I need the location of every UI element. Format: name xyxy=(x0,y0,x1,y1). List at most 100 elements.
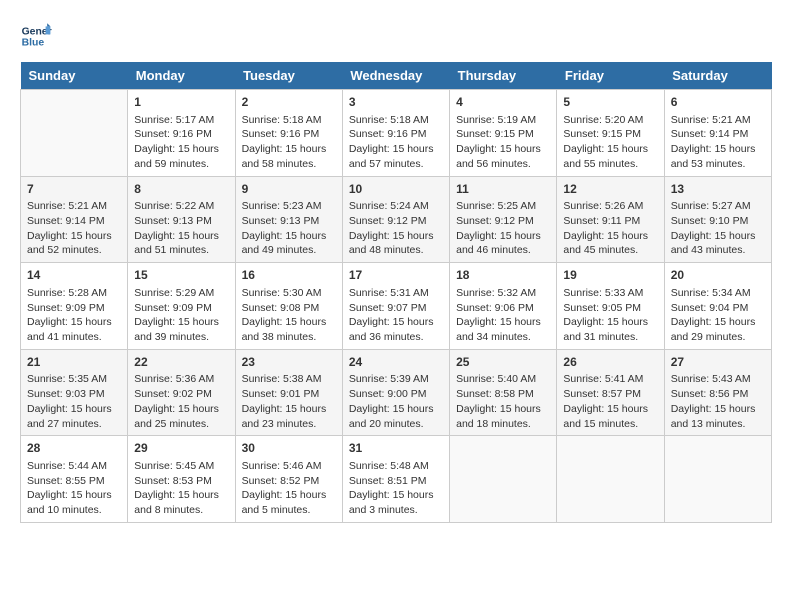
sunset-text: Sunset: 9:09 PM xyxy=(27,301,121,316)
sunrise-text: Sunrise: 5:28 AM xyxy=(27,286,121,301)
calendar-cell: 25Sunrise: 5:40 AMSunset: 8:58 PMDayligh… xyxy=(450,349,557,436)
sunset-text: Sunset: 8:55 PM xyxy=(27,474,121,489)
day-number: 6 xyxy=(671,94,765,111)
daylight-text: Daylight: 15 hours and 29 minutes. xyxy=(671,315,765,344)
sunrise-text: Sunrise: 5:30 AM xyxy=(242,286,336,301)
day-number: 4 xyxy=(456,94,550,111)
sunrise-text: Sunrise: 5:43 AM xyxy=(671,372,765,387)
calendar-cell: 20Sunrise: 5:34 AMSunset: 9:04 PMDayligh… xyxy=(664,263,771,350)
daylight-text: Daylight: 15 hours and 25 minutes. xyxy=(134,402,228,431)
sunset-text: Sunset: 9:09 PM xyxy=(134,301,228,316)
sunset-text: Sunset: 9:14 PM xyxy=(671,127,765,142)
sunset-text: Sunset: 9:14 PM xyxy=(27,214,121,229)
sunset-text: Sunset: 9:08 PM xyxy=(242,301,336,316)
calendar-cell: 8Sunrise: 5:22 AMSunset: 9:13 PMDaylight… xyxy=(128,176,235,263)
day-number: 7 xyxy=(27,181,121,198)
daylight-text: Daylight: 15 hours and 55 minutes. xyxy=(563,142,657,171)
daylight-text: Daylight: 15 hours and 3 minutes. xyxy=(349,488,443,517)
day-number: 3 xyxy=(349,94,443,111)
sunset-text: Sunset: 9:11 PM xyxy=(563,214,657,229)
weekday-header-friday: Friday xyxy=(557,62,664,90)
calendar-cell: 31Sunrise: 5:48 AMSunset: 8:51 PMDayligh… xyxy=(342,436,449,523)
calendar-cell: 18Sunrise: 5:32 AMSunset: 9:06 PMDayligh… xyxy=(450,263,557,350)
daylight-text: Daylight: 15 hours and 56 minutes. xyxy=(456,142,550,171)
calendar-cell: 13Sunrise: 5:27 AMSunset: 9:10 PMDayligh… xyxy=(664,176,771,263)
day-number: 29 xyxy=(134,440,228,457)
sunset-text: Sunset: 8:57 PM xyxy=(563,387,657,402)
calendar-cell: 16Sunrise: 5:30 AMSunset: 9:08 PMDayligh… xyxy=(235,263,342,350)
sunset-text: Sunset: 9:12 PM xyxy=(349,214,443,229)
calendar-cell: 27Sunrise: 5:43 AMSunset: 8:56 PMDayligh… xyxy=(664,349,771,436)
sunrise-text: Sunrise: 5:24 AM xyxy=(349,199,443,214)
sunset-text: Sunset: 8:56 PM xyxy=(671,387,765,402)
calendar-cell: 10Sunrise: 5:24 AMSunset: 9:12 PMDayligh… xyxy=(342,176,449,263)
daylight-text: Daylight: 15 hours and 5 minutes. xyxy=(242,488,336,517)
calendar-week-row: 21Sunrise: 5:35 AMSunset: 9:03 PMDayligh… xyxy=(21,349,772,436)
daylight-text: Daylight: 15 hours and 46 minutes. xyxy=(456,229,550,258)
day-number: 14 xyxy=(27,267,121,284)
calendar-cell: 9Sunrise: 5:23 AMSunset: 9:13 PMDaylight… xyxy=(235,176,342,263)
calendar-cell: 6Sunrise: 5:21 AMSunset: 9:14 PMDaylight… xyxy=(664,90,771,177)
calendar-table: SundayMondayTuesdayWednesdayThursdayFrid… xyxy=(20,62,772,523)
day-number: 25 xyxy=(456,354,550,371)
calendar-cell: 17Sunrise: 5:31 AMSunset: 9:07 PMDayligh… xyxy=(342,263,449,350)
weekday-header-row: SundayMondayTuesdayWednesdayThursdayFrid… xyxy=(21,62,772,90)
daylight-text: Daylight: 15 hours and 31 minutes. xyxy=(563,315,657,344)
calendar-cell: 11Sunrise: 5:25 AMSunset: 9:12 PMDayligh… xyxy=(450,176,557,263)
sunset-text: Sunset: 9:01 PM xyxy=(242,387,336,402)
daylight-text: Daylight: 15 hours and 43 minutes. xyxy=(671,229,765,258)
sunset-text: Sunset: 9:06 PM xyxy=(456,301,550,316)
day-number: 19 xyxy=(563,267,657,284)
daylight-text: Daylight: 15 hours and 45 minutes. xyxy=(563,229,657,258)
sunset-text: Sunset: 9:02 PM xyxy=(134,387,228,402)
sunrise-text: Sunrise: 5:48 AM xyxy=(349,459,443,474)
sunset-text: Sunset: 9:00 PM xyxy=(349,387,443,402)
day-number: 8 xyxy=(134,181,228,198)
calendar-week-row: 28Sunrise: 5:44 AMSunset: 8:55 PMDayligh… xyxy=(21,436,772,523)
weekday-header-monday: Monday xyxy=(128,62,235,90)
daylight-text: Daylight: 15 hours and 18 minutes. xyxy=(456,402,550,431)
sunset-text: Sunset: 9:10 PM xyxy=(671,214,765,229)
daylight-text: Daylight: 15 hours and 52 minutes. xyxy=(27,229,121,258)
sunrise-text: Sunrise: 5:18 AM xyxy=(349,113,443,128)
daylight-text: Daylight: 15 hours and 48 minutes. xyxy=(349,229,443,258)
day-number: 30 xyxy=(242,440,336,457)
day-number: 13 xyxy=(671,181,765,198)
daylight-text: Daylight: 15 hours and 49 minutes. xyxy=(242,229,336,258)
calendar-week-row: 14Sunrise: 5:28 AMSunset: 9:09 PMDayligh… xyxy=(21,263,772,350)
day-number: 16 xyxy=(242,267,336,284)
day-number: 9 xyxy=(242,181,336,198)
sunrise-text: Sunrise: 5:25 AM xyxy=(456,199,550,214)
day-number: 1 xyxy=(134,94,228,111)
sunrise-text: Sunrise: 5:46 AM xyxy=(242,459,336,474)
sunrise-text: Sunrise: 5:17 AM xyxy=(134,113,228,128)
daylight-text: Daylight: 15 hours and 36 minutes. xyxy=(349,315,443,344)
daylight-text: Daylight: 15 hours and 58 minutes. xyxy=(242,142,336,171)
calendar-cell: 12Sunrise: 5:26 AMSunset: 9:11 PMDayligh… xyxy=(557,176,664,263)
calendar-cell: 24Sunrise: 5:39 AMSunset: 9:00 PMDayligh… xyxy=(342,349,449,436)
weekday-header-sunday: Sunday xyxy=(21,62,128,90)
daylight-text: Daylight: 15 hours and 10 minutes. xyxy=(27,488,121,517)
sunrise-text: Sunrise: 5:41 AM xyxy=(563,372,657,387)
daylight-text: Daylight: 15 hours and 15 minutes. xyxy=(563,402,657,431)
day-number: 23 xyxy=(242,354,336,371)
daylight-text: Daylight: 15 hours and 23 minutes. xyxy=(242,402,336,431)
sunrise-text: Sunrise: 5:22 AM xyxy=(134,199,228,214)
day-number: 28 xyxy=(27,440,121,457)
weekday-header-tuesday: Tuesday xyxy=(235,62,342,90)
sunrise-text: Sunrise: 5:19 AM xyxy=(456,113,550,128)
calendar-cell: 3Sunrise: 5:18 AMSunset: 9:16 PMDaylight… xyxy=(342,90,449,177)
calendar-week-row: 1Sunrise: 5:17 AMSunset: 9:16 PMDaylight… xyxy=(21,90,772,177)
sunset-text: Sunset: 9:05 PM xyxy=(563,301,657,316)
sunrise-text: Sunrise: 5:20 AM xyxy=(563,113,657,128)
sunset-text: Sunset: 9:13 PM xyxy=(134,214,228,229)
sunrise-text: Sunrise: 5:34 AM xyxy=(671,286,765,301)
calendar-cell: 19Sunrise: 5:33 AMSunset: 9:05 PMDayligh… xyxy=(557,263,664,350)
calendar-cell xyxy=(557,436,664,523)
sunset-text: Sunset: 9:07 PM xyxy=(349,301,443,316)
daylight-text: Daylight: 15 hours and 59 minutes. xyxy=(134,142,228,171)
day-number: 21 xyxy=(27,354,121,371)
logo: General Blue xyxy=(20,20,52,52)
sunset-text: Sunset: 9:16 PM xyxy=(134,127,228,142)
calendar-cell xyxy=(450,436,557,523)
